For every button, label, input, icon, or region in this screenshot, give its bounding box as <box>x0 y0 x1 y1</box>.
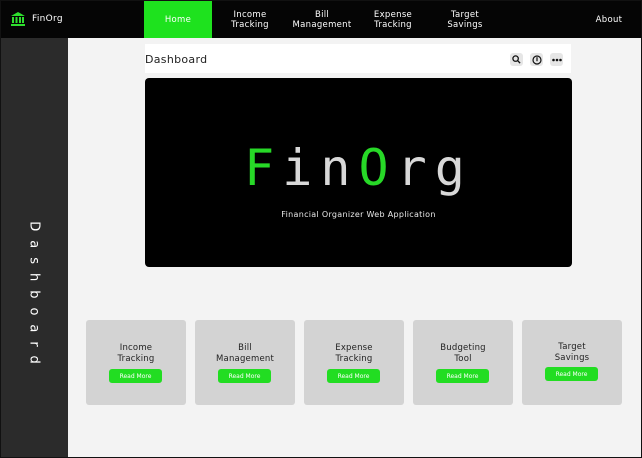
read-more-button[interactable]: Read More <box>327 369 380 383</box>
card-title: Bill Management <box>216 343 274 364</box>
read-more-button[interactable]: Read More <box>436 369 489 383</box>
dashboard-header: Dashboard <box>145 44 571 73</box>
hero-title-part: F <box>244 139 283 197</box>
bank-icon <box>11 12 25 26</box>
card-expense-tracking: Expense Tracking Read More <box>304 320 404 405</box>
sidebar: Dashboard <box>1 38 68 457</box>
read-more-button[interactable]: Read More <box>218 369 271 383</box>
card-bill-management: Bill Management Read More <box>195 320 295 405</box>
card-budgeting-tool: Budgeting Tool Read More <box>413 320 513 405</box>
nav-about[interactable]: About <box>586 1 632 38</box>
hero-subtitle: Financial Organizer Web Application <box>281 210 436 219</box>
nav-target-savings[interactable]: Target Savings <box>431 1 499 38</box>
nav-bill-management[interactable]: Bill Management <box>287 1 357 38</box>
info-icon <box>531 54 542 65</box>
hero-banner: FinOrg Financial Organizer Web Applicati… <box>145 78 572 267</box>
brand-name: FinOrg <box>32 14 63 24</box>
app-window: FinOrg Home Income Tracking Bill Managem… <box>0 0 642 458</box>
card-title: Target Savings <box>554 342 590 363</box>
hero-title-part: O <box>358 139 397 197</box>
more-button[interactable] <box>550 53 563 66</box>
card-title: Budgeting Tool <box>440 343 486 364</box>
brand-logo[interactable]: FinOrg <box>10 11 63 27</box>
info-button[interactable] <box>530 53 543 66</box>
main-content: Dashboard FinOrg Financial Organizer Web… <box>68 38 641 457</box>
hero-title-part: rg <box>396 139 473 197</box>
card-title: Income Tracking <box>117 343 155 364</box>
sidebar-title: Dashboard <box>26 221 42 373</box>
read-more-button[interactable]: Read More <box>109 369 162 383</box>
hero-title-part: in <box>282 139 359 197</box>
card-title: Expense Tracking <box>335 343 373 364</box>
page-title: Dashboard <box>145 53 208 66</box>
search-button[interactable] <box>510 53 523 66</box>
nav-expense-tracking[interactable]: Expense Tracking <box>360 1 426 38</box>
top-navbar: FinOrg Home Income Tracking Bill Managem… <box>1 1 641 38</box>
search-icon <box>512 55 521 64</box>
nav-income-tracking[interactable]: Income Tracking <box>216 1 284 38</box>
card-target-savings: Target Savings Read More <box>522 320 622 405</box>
hero-title: FinOrg <box>145 140 572 196</box>
read-more-button[interactable]: Read More <box>545 367 598 381</box>
card-income-tracking: Income Tracking Read More <box>86 320 186 405</box>
more-icon <box>551 58 562 61</box>
nav-home[interactable]: Home <box>144 1 212 38</box>
